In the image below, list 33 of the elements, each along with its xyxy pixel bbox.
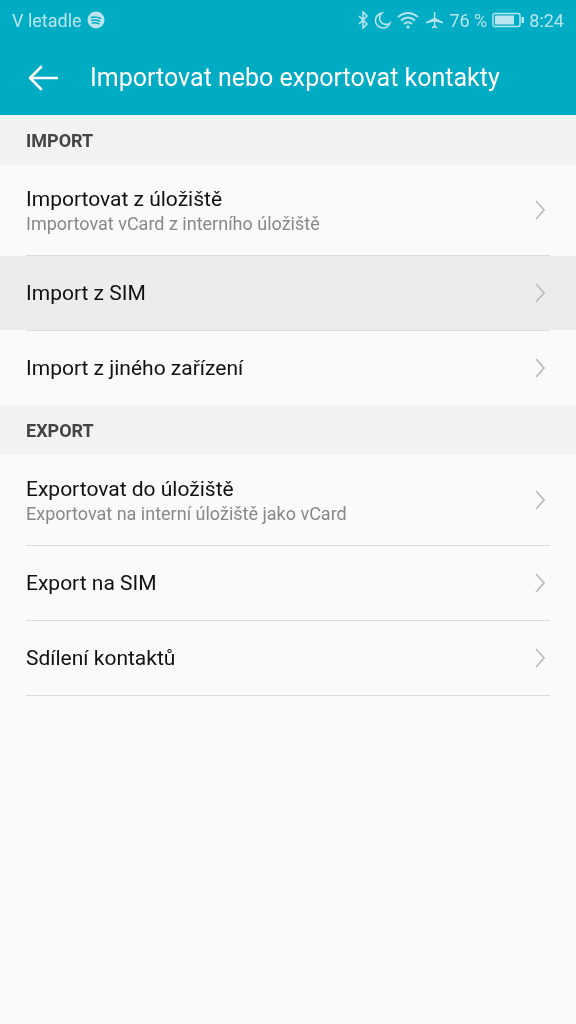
moon-icon [374,11,393,29]
section-header: IMPORT [0,115,576,165]
chevron-right-icon [534,572,546,594]
chevron-right-icon [534,199,546,221]
chevron-right-icon [534,357,546,379]
item-title: Sdílení kontaktů [26,646,176,670]
item-title: Export na SIM [26,571,157,595]
chevron-right-icon [534,647,546,669]
back-button[interactable] [28,63,60,92]
section-header: EXPORT [0,405,576,455]
battery-icon [492,12,525,28]
item-subtitle: Exportovat na interní úložiště jako vCard [26,502,347,524]
wifi-icon [397,11,420,29]
list-item[interactable]: Import z SIM [0,256,576,330]
item-title: Importovat z úložiště [26,186,224,211]
chevron-right-icon [534,489,546,511]
chevron-right-icon [534,282,546,304]
list-item[interactable]: Importovat z úložiště Importovat vCard z interního úložiště [0,165,576,255]
item-subtitle: Importovat vCard z interního úložiště [26,212,320,234]
item-title: Import z SIM [26,281,146,305]
screen-title: Importovat nebo exportovat kontakty [90,63,500,92]
clock-time: 8:24 [529,9,564,31]
list-item[interactable]: Exportovat do úložiště Exportovat na interní úložiště jako vCard [0,455,576,545]
music-app-icon [86,11,105,29]
airplane-icon [424,11,445,29]
carrier-text: V letadle [12,9,82,31]
battery-percent: 76 % [449,9,488,31]
list-item[interactable]: Export na SIM [0,546,576,620]
item-title: Import z jiného zařízení [26,356,244,380]
list-item[interactable]: Import z jiného zařízení [0,331,576,405]
list-item[interactable]: Sdílení kontaktů [0,621,576,695]
bluetooth-icon [357,11,370,29]
item-title: Exportovat do úložiště [26,476,235,501]
